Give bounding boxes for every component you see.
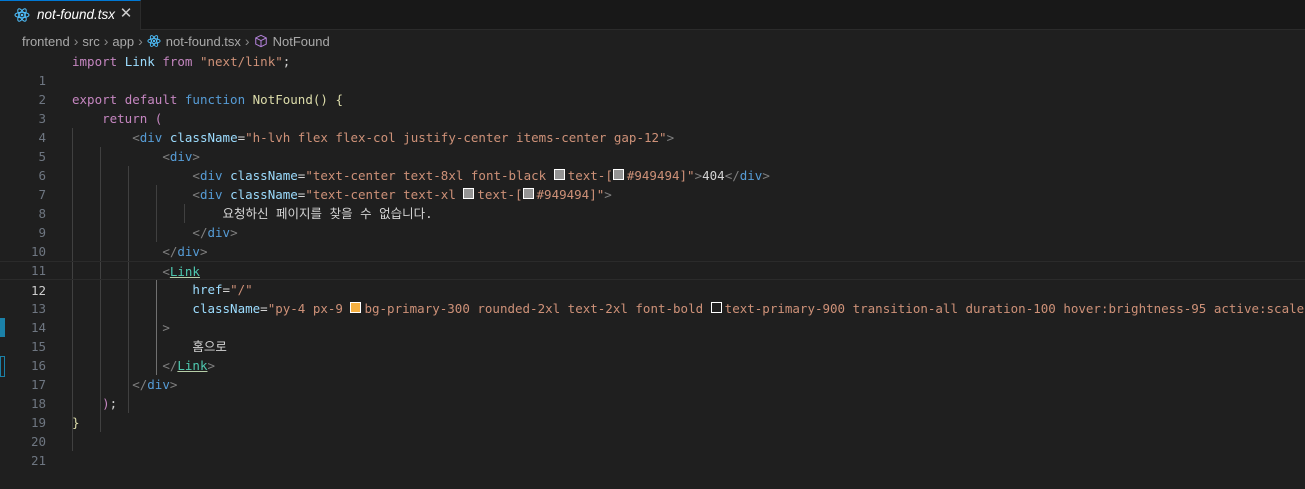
react-icon: [14, 8, 30, 22]
code-line: 18 </div>: [30, 377, 178, 411]
color-swatch[interactable]: [612, 169, 624, 180]
breadcrumb-file[interactable]: not-found.tsx: [166, 34, 241, 49]
close-icon[interactable]: ✕: [118, 5, 134, 23]
code-line: 17 </Link>: [30, 358, 216, 392]
chevron-right-icon: ›: [73, 33, 79, 49]
tab-bar: not-found.tsx ✕: [0, 0, 1305, 30]
code-line: 14 className="py-4 px-9 bg-primary-300 r…: [30, 301, 1305, 335]
code-line: 2: [38, 92, 46, 107]
code-editor[interactable]: 1 import Link from "next/link"; 2 3 expo…: [0, 52, 1305, 469]
code-line: 4 return (: [38, 111, 163, 145]
color-swatch[interactable]: [522, 188, 534, 199]
code-line: 13 href="/": [30, 282, 253, 316]
code-line-current: 12 <Link: [0, 261, 1305, 298]
breadcrumb-app[interactable]: app: [112, 34, 134, 49]
tab-not-found-tsx[interactable]: not-found.tsx ✕: [0, 0, 141, 30]
code-line: 21: [30, 453, 46, 468]
code-line: 8 <div className="text-center text-xl te…: [38, 187, 612, 221]
code-line: 11 </div>: [30, 244, 208, 278]
color-swatch[interactable]: [553, 169, 565, 180]
color-swatch[interactable]: [350, 302, 362, 313]
symbol-method-icon: [254, 34, 267, 48]
code-line: 16 홈으로: [30, 339, 227, 373]
code-line: 6 <div>: [38, 149, 200, 183]
code-line: 5 <div className="h-lvh flex flex-col ju…: [38, 130, 675, 164]
code-line: 10 </div>: [30, 225, 238, 259]
breadcrumb-symbol[interactable]: NotFound: [273, 34, 330, 49]
code-line: 19 );: [30, 396, 118, 430]
code-line: 1 import Link from "next/link";: [38, 54, 291, 88]
breadcrumb-frontend[interactable]: frontend: [22, 34, 70, 49]
react-icon: [147, 35, 161, 47]
code-line: 15 >: [30, 320, 170, 354]
chevron-right-icon: ›: [103, 33, 109, 49]
color-swatch[interactable]: [710, 302, 722, 313]
breadcrumb: frontend › src › app › not-found.tsx › N…: [0, 30, 1305, 52]
color-swatch[interactable]: [463, 188, 475, 199]
code-line: 9 요청하신 페이지를 찾을 수 없습니다.: [38, 206, 433, 240]
chevron-right-icon: ›: [138, 33, 143, 49]
code-line: 3 export default function NotFound() {: [38, 92, 343, 126]
code-line: 7 <div className="text-center text-8xl f…: [38, 168, 770, 202]
chevron-right-icon: ›: [244, 33, 250, 49]
breadcrumb-src[interactable]: src: [82, 34, 99, 49]
code-line: 20 }: [30, 415, 80, 449]
tab-label: not-found.tsx: [37, 7, 116, 22]
